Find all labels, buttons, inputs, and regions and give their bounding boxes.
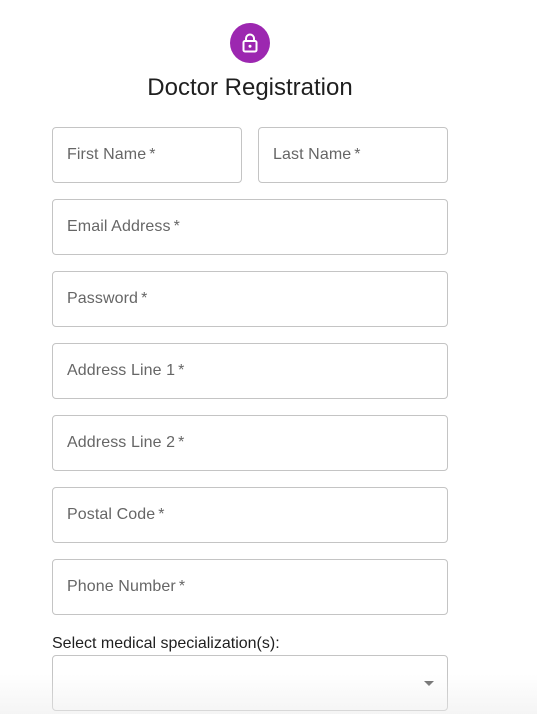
address-line-1-field[interactable]: Address Line 1 * (52, 343, 448, 399)
avatar (230, 23, 270, 63)
lock-icon (240, 32, 260, 54)
required-marker: * (158, 506, 165, 523)
postal-code-label: Postal Code (67, 506, 156, 523)
password-label: Password (67, 290, 139, 307)
last-name-field[interactable]: Last Name * (258, 127, 448, 183)
first-name-field[interactable]: First Name * (52, 127, 242, 183)
dropdown-arrow-icon[interactable] (424, 681, 434, 686)
specialization-label: Select medical specialization(s): (52, 635, 280, 652)
specialization-select[interactable] (52, 655, 448, 711)
phone-number-label: Phone Number (67, 578, 176, 595)
required-marker: * (178, 434, 185, 451)
required-marker: * (178, 362, 185, 379)
required-marker: * (141, 290, 148, 307)
address-line-2-field[interactable]: Address Line 2 * (52, 415, 448, 471)
required-marker: * (178, 578, 186, 595)
phone-number-field[interactable]: Phone Number * (52, 559, 448, 615)
email-field[interactable]: Email Address * (52, 199, 448, 255)
postal-code-field[interactable]: Postal Code * (52, 487, 448, 543)
address-line-2-label: Address Line 2 (67, 434, 176, 451)
required-marker: * (354, 146, 361, 163)
required-marker: * (173, 218, 180, 235)
address-line-1-label: Address Line 1 (67, 362, 176, 379)
registration-page: Doctor Registration First Name * Last Nam… (0, 0, 537, 714)
required-marker: * (149, 146, 156, 163)
password-field[interactable]: Password * (52, 271, 448, 327)
page-title: Doctor Registration (147, 74, 353, 101)
last-name-label: Last Name (273, 146, 352, 163)
email-label: Email Address (67, 218, 171, 235)
first-name-label: First Name (67, 146, 147, 163)
